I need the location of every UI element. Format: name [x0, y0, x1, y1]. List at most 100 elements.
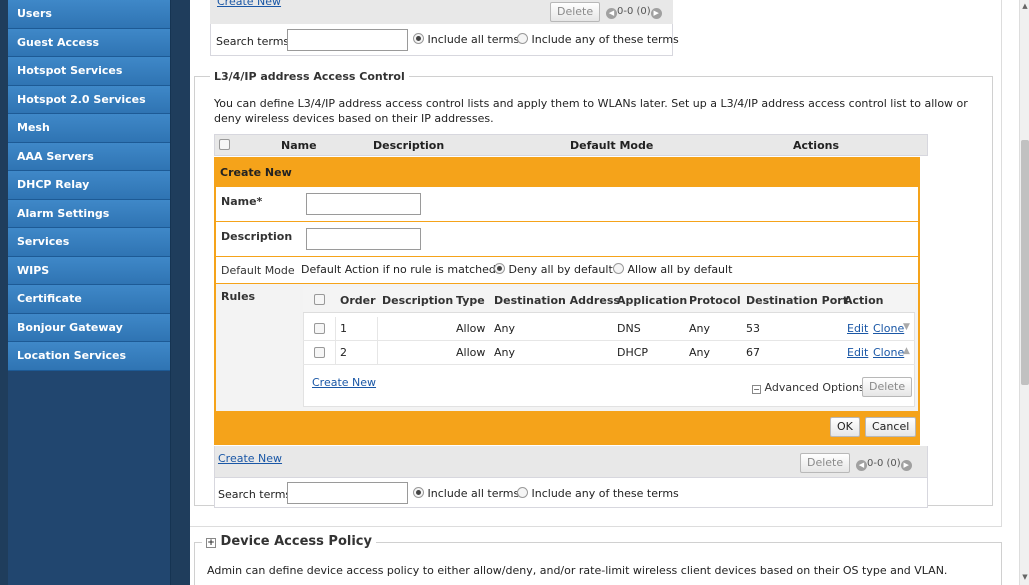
name-label: Name* [221, 195, 263, 208]
rule-app: DHCP [617, 346, 649, 359]
l3-legend: L3/4/IP address Access Control [210, 70, 409, 83]
move-up-icon[interactable]: ▲ [903, 346, 910, 356]
sidebar-item-guest-access[interactable]: Guest Access [8, 28, 170, 57]
top-pager: ◀ 0-0 (0) ▶ [606, 6, 662, 19]
sidebar-item-certificate[interactable]: Certificate [8, 285, 170, 314]
rules-col-destination-address: Destination Address [494, 294, 620, 307]
device-policy-legend[interactable]: + Device Access Policy [202, 534, 376, 549]
ok-button[interactable]: OK [830, 417, 860, 437]
rule-row-checkbox[interactable] [314, 347, 325, 358]
l3-col-default-mode: Default Mode [570, 139, 654, 152]
scroll-thumb[interactable] [1021, 140, 1029, 385]
l3-description: You can define L3/4/IP address access co… [214, 97, 968, 125]
sidebar-item-dhcp-relay[interactable]: DHCP Relay [8, 171, 170, 200]
rule-type: Allow [456, 322, 486, 335]
rule-row-checkbox[interactable] [314, 323, 325, 334]
rules-col-protocol: Protocol [689, 294, 741, 307]
rule-port: 67 [746, 346, 760, 359]
prev-page-icon[interactable]: ◀ [606, 8, 617, 19]
rules-col-description: Description [382, 294, 454, 307]
rules-label: Rules [221, 290, 256, 303]
vertical-scrollbar[interactable]: ▲ ▼ [1019, 0, 1029, 585]
table-row [303, 341, 915, 365]
top-search-label: Search terms [216, 35, 290, 48]
next-page-icon[interactable]: ▶ [650, 8, 662, 19]
rules-col-order: Order [340, 294, 376, 307]
scroll-up-icon[interactable]: ▲ [1020, 2, 1029, 10]
sidebar-item-alarm-settings[interactable]: Alarm Settings [8, 199, 170, 228]
collapse-icon: − [752, 385, 761, 394]
rules-col-application: Application [617, 294, 688, 307]
radio-icon [517, 487, 528, 498]
radio-selected-icon [494, 263, 505, 274]
deny-all-option[interactable]: Deny all by default [494, 263, 613, 276]
rules-col-type: Type [456, 294, 485, 307]
radio-selected-icon [413, 487, 424, 498]
l3-pager-text: 0-0 (0) [867, 458, 901, 469]
rule-dest: Any [494, 346, 516, 359]
sidebar-item-hotspot-services[interactable]: Hotspot Services [8, 57, 170, 86]
rule-dest: Any [494, 322, 516, 335]
l3-search-label: Search terms [218, 488, 292, 501]
top-pager-text: 0-0 (0) [617, 6, 651, 17]
sidebar-item-aaa-servers[interactable]: AAA Servers [8, 142, 170, 171]
rule-edit-link[interactable]: Edit [847, 346, 868, 359]
l3-col-actions: Actions [793, 139, 839, 152]
rule-app: DNS [617, 322, 641, 335]
next-page-icon[interactable]: ▶ [900, 460, 912, 471]
l3-include-any-option[interactable]: Include any of these terms [517, 487, 679, 500]
radio-icon [613, 263, 624, 274]
l3-search-input[interactable] [287, 482, 408, 504]
sidebar-item-location-services[interactable]: Location Services [8, 342, 170, 371]
sidebar: Users Guest Access Hotspot Services Hots… [8, 0, 171, 585]
rules-col-destination-port: Destination Port [746, 294, 848, 307]
top-include-all-option[interactable]: Include all terms [413, 33, 519, 46]
l3-select-all-checkbox[interactable] [219, 139, 230, 150]
rule-order: 2 [340, 346, 347, 359]
description-input[interactable] [306, 228, 421, 250]
radio-selected-icon [413, 33, 424, 44]
sidebar-item-services[interactable]: Services [8, 228, 170, 257]
sidebar-item-hotspot-20-services[interactable]: Hotspot 2.0 Services [8, 85, 170, 114]
main-content: Create New Delete ◀ 0-0 (0) ▶ Search terms… [190, 0, 1019, 585]
top-delete-button[interactable]: Delete [550, 2, 601, 22]
rule-protocol: Any [689, 346, 711, 359]
table-row [303, 317, 915, 341]
allow-all-option[interactable]: Allow all by default [613, 263, 732, 276]
rule-type: Allow [456, 346, 486, 359]
description-label: Description [221, 230, 293, 243]
name-input[interactable] [306, 193, 421, 215]
sidebar-item-mesh[interactable]: Mesh [8, 114, 170, 143]
l3-delete-button[interactable]: Delete [800, 453, 851, 473]
rule-order: 1 [340, 322, 347, 335]
l3-include-all-option[interactable]: Include all terms [413, 487, 519, 500]
top-create-new-link[interactable]: Create New [217, 0, 281, 8]
sidebar-item-bonjour-gateway[interactable]: Bonjour Gateway [8, 313, 170, 342]
top-include-any-option[interactable]: Include any of these terms [517, 33, 679, 46]
l3-pager: ◀ 0-0 (0) ▶ [856, 458, 912, 471]
top-search-input[interactable] [287, 29, 408, 51]
sidebar-item-users[interactable]: Users [8, 0, 170, 29]
rule-port: 53 [746, 322, 760, 335]
create-panel-title: Create New [220, 166, 292, 179]
rule-edit-link[interactable]: Edit [847, 322, 868, 335]
prev-page-icon[interactable]: ◀ [856, 460, 867, 471]
sidebar-item-wips[interactable]: WIPS [8, 256, 170, 285]
rules-create-new-link[interactable]: Create New [312, 376, 376, 389]
rules-delete-button[interactable]: Delete [862, 377, 913, 397]
move-down-icon[interactable]: ▼ [903, 322, 910, 332]
rules-col-action: Action [844, 294, 884, 307]
l3-create-new-link[interactable]: Create New [218, 452, 282, 465]
rule-clone-link[interactable]: Clone [873, 346, 904, 359]
device-policy-description: Admin can define device access policy to… [207, 564, 948, 577]
default-mode-label: Default Mode [221, 264, 295, 277]
l3-col-description: Description [373, 139, 445, 152]
scroll-down-icon[interactable]: ▼ [1020, 573, 1029, 581]
radio-icon [517, 33, 528, 44]
rules-select-all-checkbox[interactable] [314, 294, 325, 305]
advanced-options-toggle[interactable]: − Advanced Options [752, 381, 865, 394]
cancel-button[interactable]: Cancel [865, 417, 917, 437]
expand-icon: + [206, 538, 216, 548]
rule-clone-link[interactable]: Clone [873, 322, 904, 335]
default-action-text: Default Action if no rule is matched: [301, 263, 500, 276]
